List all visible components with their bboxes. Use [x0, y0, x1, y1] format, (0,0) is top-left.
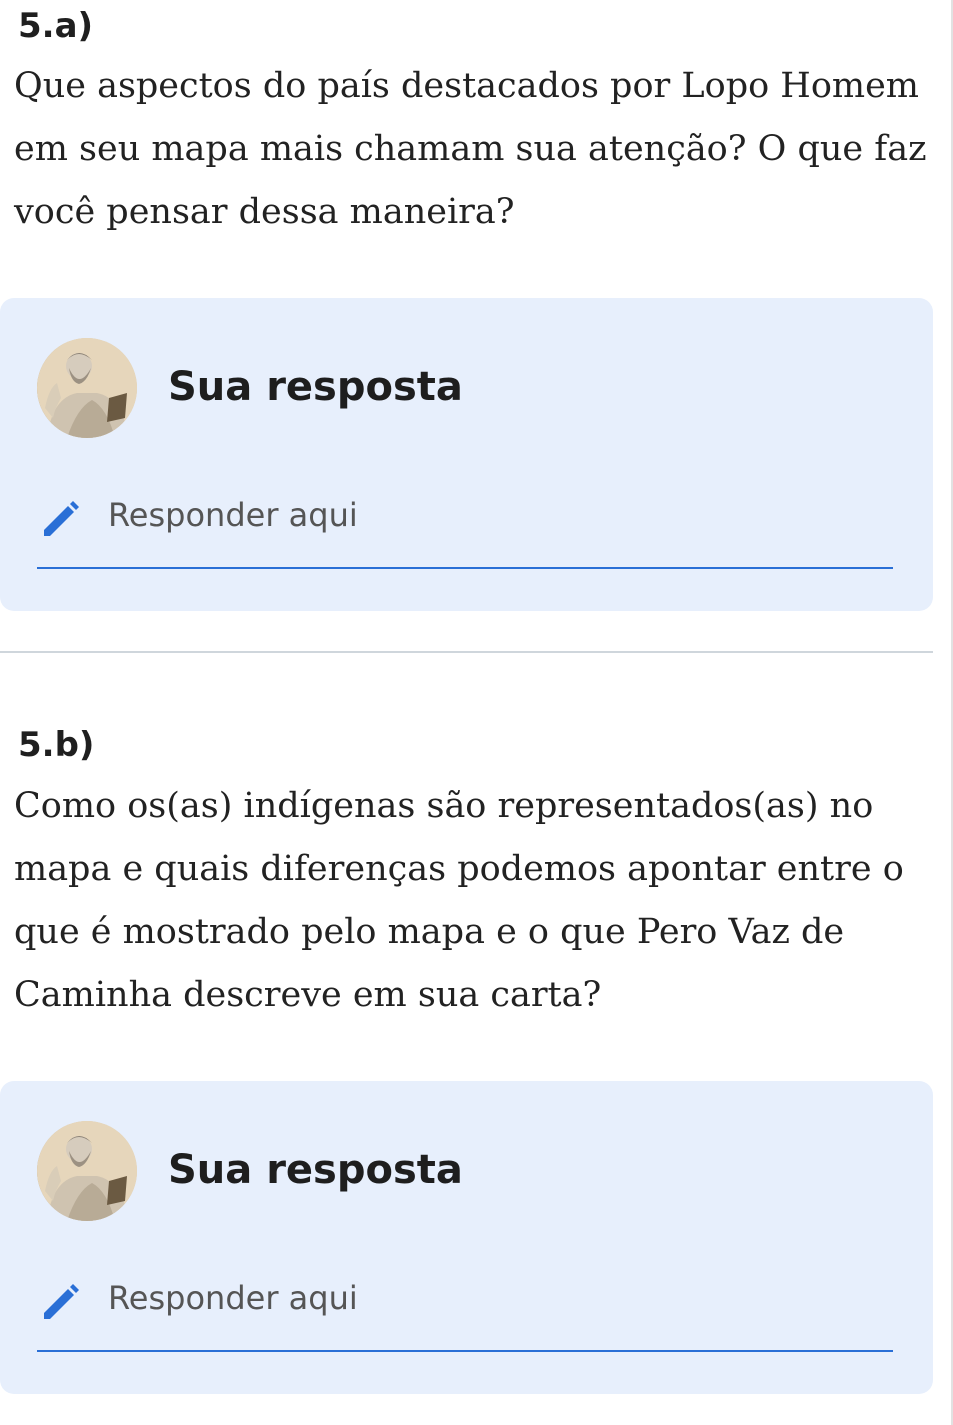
avatar	[37, 1121, 137, 1221]
answer-card-5b: Sua resposta	[0, 1081, 933, 1394]
pencil-icon	[44, 1284, 79, 1319]
avatar	[37, 338, 137, 438]
answer-input[interactable]	[108, 492, 888, 538]
question-label-5b: 5.b)	[18, 725, 95, 765]
answer-title: Sua resposta	[168, 1147, 463, 1193]
philosopher-statue-icon	[37, 338, 137, 438]
answer-card-5a: Sua resposta	[0, 298, 933, 611]
answer-underline	[37, 567, 893, 569]
answer-underline	[37, 1350, 893, 1352]
question-text-5a: Que aspectos do país destacados por Lopo…	[14, 66, 927, 232]
question-label-5a: 5.a)	[18, 6, 94, 46]
pencil-icon	[44, 501, 79, 536]
section-divider	[0, 651, 933, 653]
answer-title: Sua resposta	[168, 364, 463, 410]
answer-input[interactable]	[108, 1275, 888, 1321]
question-text-5b: Como os(as) indígenas são representados(…	[14, 786, 904, 1015]
philosopher-statue-icon	[37, 1121, 137, 1221]
